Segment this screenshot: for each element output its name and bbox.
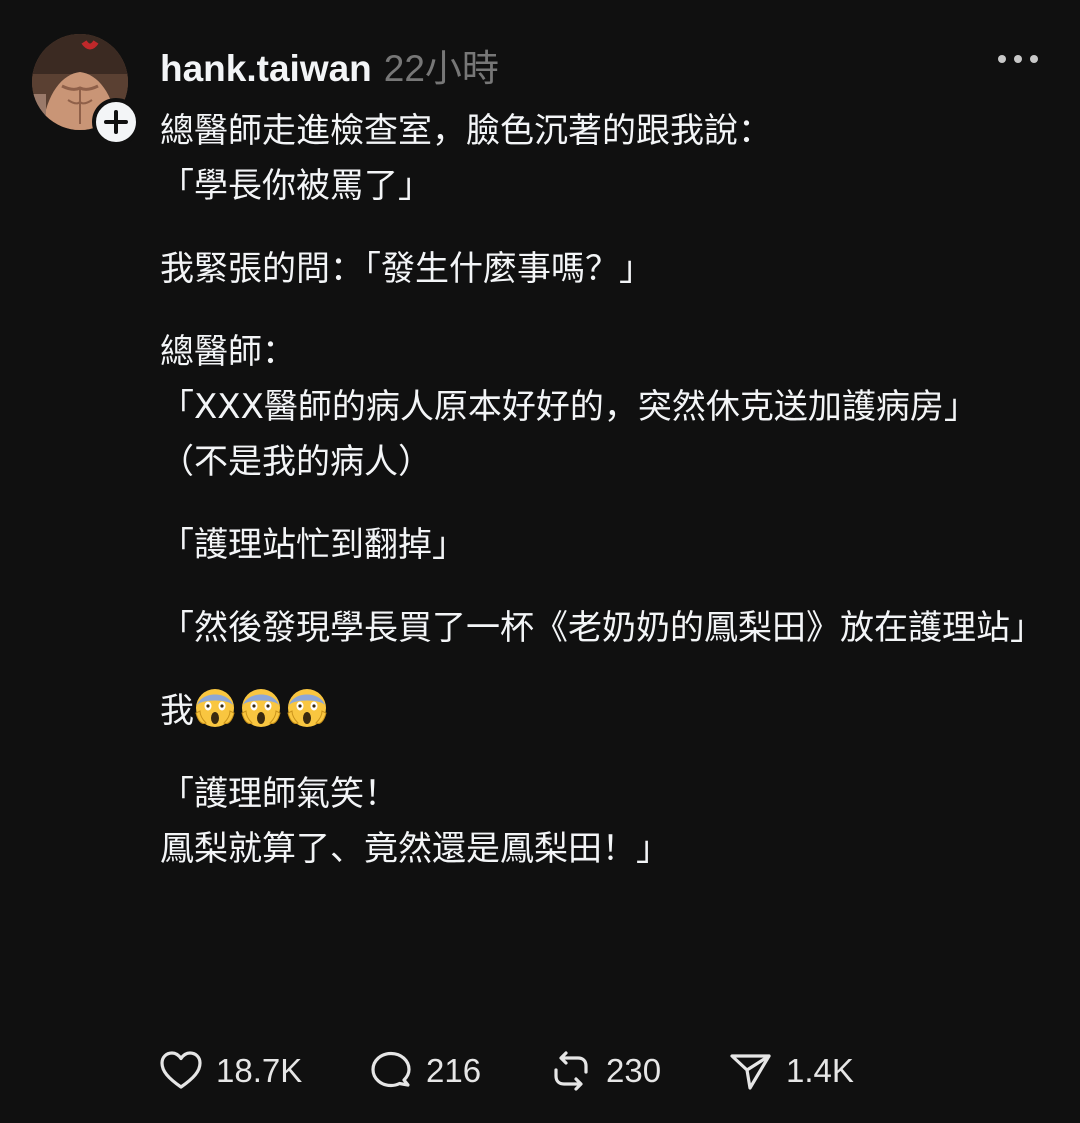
avatar-container xyxy=(32,34,140,146)
heart-icon xyxy=(158,1048,204,1094)
more-options-button[interactable] xyxy=(994,44,1044,74)
timestamp: 22小時 xyxy=(383,48,499,89)
post-paragraph: 總醫師： 「XXX醫師的病人原本好好的，突然休克送加護病房」 （不是我的病人） xyxy=(160,332,978,482)
repost-count: 230 xyxy=(606,1052,662,1089)
reaction-line: 我 xyxy=(160,684,1040,739)
post-paragraph: 總醫師走進檢查室，臉色沉著的跟我說： 「學長你被罵了」 xyxy=(160,111,772,206)
repost-icon xyxy=(548,1048,594,1094)
reply-count: 216 xyxy=(426,1052,482,1089)
post-paragraph: 「然後發現學長買了一杯《老奶奶的鳳梨田》放在護理站」 xyxy=(160,608,1044,648)
face-screaming-in-fear-icon xyxy=(286,687,328,729)
repost-button[interactable]: 230 xyxy=(548,1046,728,1096)
share-count: 1.4K xyxy=(786,1052,854,1089)
plus-icon xyxy=(104,110,128,134)
post-paragraph: 「護理站忙到翻掉」 xyxy=(160,525,466,565)
send-icon xyxy=(728,1048,774,1094)
like-count: 18.7K xyxy=(216,1052,303,1089)
face-screaming-in-fear-icon xyxy=(240,687,282,729)
post-header: hank.taiwan 22小時 xyxy=(160,38,499,90)
like-button[interactable]: 18.7K xyxy=(158,1046,368,1096)
post-paragraph: 「護理師氣笑！ 鳳梨就算了、竟然還是鳳梨田！」 xyxy=(160,774,670,869)
follow-button[interactable] xyxy=(92,98,140,146)
reaction-text: 我 xyxy=(160,691,194,731)
thread-post: hank.taiwan 22小時 總醫師走進檢查室，臉色沉著的跟我說： 「學長你… xyxy=(0,0,1080,1123)
reply-button[interactable]: 216 xyxy=(368,1046,548,1096)
share-button[interactable]: 1.4K xyxy=(728,1046,888,1096)
action-bar: 18.7K 216 230 1.4K xyxy=(158,1046,888,1096)
more-horizontal-icon xyxy=(998,55,1038,63)
comment-icon xyxy=(368,1048,414,1094)
post-body: 總醫師走進檢查室，臉色沉著的跟我說： 「學長你被罵了」 我緊張的問：「發生什麼事… xyxy=(160,104,1044,905)
post-paragraph: 我緊張的問：「發生什麼事嗎？」 xyxy=(160,249,653,289)
username[interactable]: hank.taiwan xyxy=(160,48,372,90)
face-screaming-in-fear-icon xyxy=(194,687,236,729)
